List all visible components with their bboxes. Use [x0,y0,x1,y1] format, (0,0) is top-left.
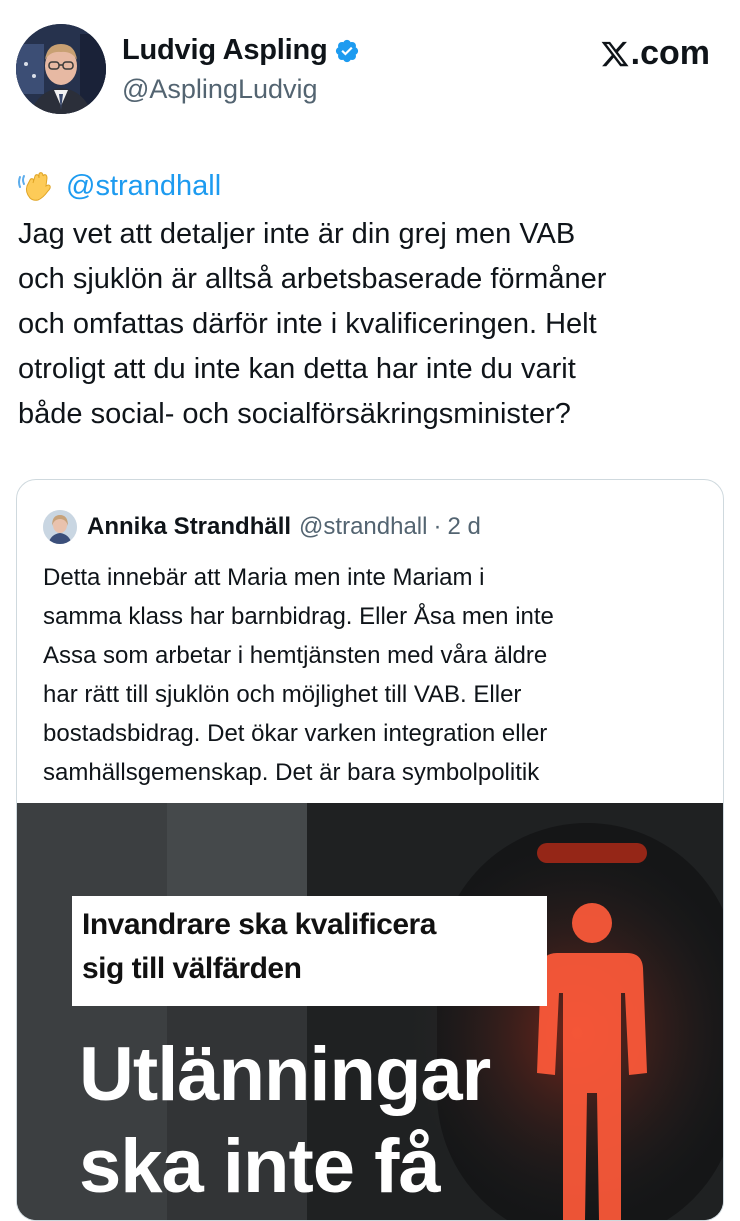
quoted-tweet-text: Detta innebär att Maria men inte Mariam … [43,558,713,792]
quoted-tweet-card[interactable]: Annika Strandhäll @strandhall · 2 d Dett… [16,479,724,1221]
author-avatar[interactable] [16,24,106,114]
quoted-text-line: har rätt till sjuklön och möjlighet till… [43,681,522,708]
waving-hand-icon [18,172,51,201]
author-handle[interactable]: @AsplingLudvig [122,74,318,105]
separator-dot: · [433,513,442,540]
quoted-timestamp[interactable]: 2 d [447,513,480,541]
tweet-text-line: och sjuklön är alltså arbetsbaserade för… [18,263,607,295]
tweet-text-line: både social- och socialförsäkringsminist… [18,398,571,430]
media-caption-line: Invandrare ska kvalificera [82,908,436,941]
quoted-author-name[interactable]: Annika Strandhäll [87,513,291,541]
media-caption-line: sig till välfärden [82,952,302,985]
quoted-author-avatar[interactable] [43,510,77,544]
quoted-text-line: samma klass har barnbidrag. Eller Åsa me… [43,603,554,630]
mention-row: @strandhall [18,168,221,204]
verified-badge-icon [335,39,358,62]
author-name-row: Ludvig Aspling [122,34,360,67]
quoted-text-line: Detta innebär att Maria men inte Mariam … [43,564,485,591]
media-headline-line: ska inte få [79,1124,441,1209]
quoted-tweet-header: Annika Strandhäll @strandhall · 2 d [43,510,481,544]
x-logo-icon [601,41,629,66]
site-suffix: .com [630,34,710,72]
media-headline-line: Utlänningar [79,1032,491,1117]
quoted-text-line: Assa som arbetar i hemtjänsten med våra … [43,642,548,669]
quoted-media-image[interactable]: Invandrare ska kvalificera sig till välf… [17,803,723,1220]
quoted-author-handle[interactable]: @strandhall [299,513,427,541]
author-display-name[interactable]: Ludvig Aspling [122,34,328,67]
x-com-logo: .com [600,34,710,73]
tweet-text-line: och omfattas därför inte i kvalificering… [18,308,597,340]
tweet-text-line: Jag vet att detaljer inte är din grej me… [18,218,576,250]
mention-link[interactable]: @strandhall [66,170,221,203]
quoted-text-line: bostadsbidrag. Det ökar varken integrati… [43,720,548,747]
tweet-screenshot: Ludvig Aspling @AsplingLudvig .com @stra… [0,0,740,1221]
quoted-text-line: samhällsgemenskap. Det är bara symbolpol… [43,759,540,786]
tweet-text: Jag vet att detaljer inte är din grej me… [18,212,728,437]
tweet-text-line: otroligt att du inte kan detta har inte … [18,353,576,385]
media-caption-box: Invandrare ska kvalificera sig till välf… [72,896,547,1006]
